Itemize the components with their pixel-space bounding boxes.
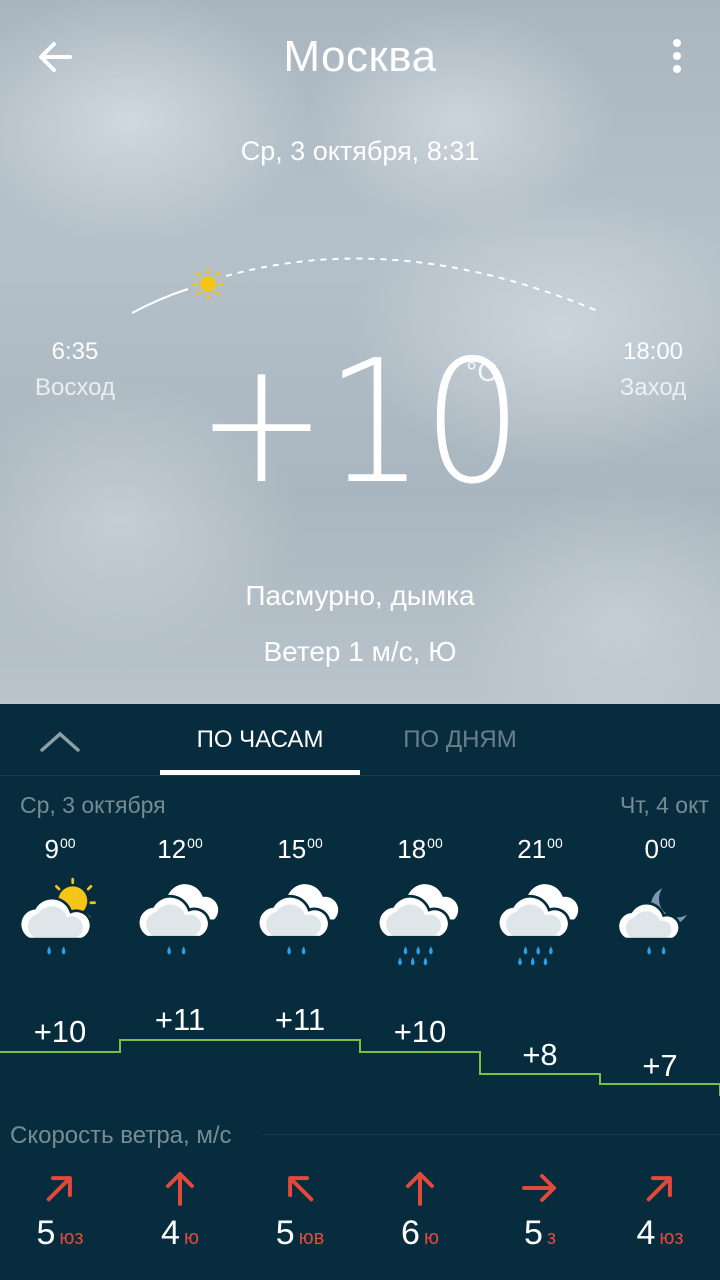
sunrise-time: 6:35 — [51, 338, 99, 365]
wind-direction-arrow-icon — [288, 1176, 314, 1202]
forecast-panel: ПО ЧАСАМ ПО ДНЯМ Ср, 3 октября Чт, 4 окт… — [0, 704, 720, 1280]
sun-cloud-rain-icon — [18, 877, 96, 955]
hour-value: 15 — [277, 834, 307, 864]
sunrise-label: Восход — [35, 374, 115, 401]
cloud-rain-icon — [256, 881, 341, 955]
cloud-heavy-rain-icon — [496, 881, 581, 966]
wind-direction: ю — [423, 1227, 439, 1249]
current-wind: Ветер 1 м/с, Ю — [263, 636, 457, 667]
wind-direction-arrow-icon — [406, 1172, 434, 1206]
hour-minutes: 00 — [547, 835, 563, 851]
sunset-label: Заход — [619, 374, 687, 401]
wind-direction: з — [546, 1227, 557, 1249]
hour-value: 0 — [644, 834, 659, 864]
wind-speed-value: 4 — [636, 1214, 656, 1252]
sunrise-info: 6:35 Восход — [15, 338, 135, 402]
divider — [262, 1134, 720, 1135]
wind-direction-arrow-icon — [646, 1176, 672, 1202]
hour-time: 000 — [600, 834, 720, 865]
hour-column: 900 +10 5 юз — [0, 704, 120, 1280]
sunset-info: 18:00 Заход — [593, 338, 713, 402]
hour-time: 2100 — [480, 834, 600, 865]
temperature-unit: °C — [466, 356, 498, 387]
hour-minutes: 00 — [659, 835, 676, 851]
wind-direction: юз — [659, 1227, 684, 1249]
temperature-line — [0, 1039, 720, 1096]
wind-speed: 4 юз — [600, 1214, 720, 1253]
wind-speed: 5 юв — [240, 1214, 360, 1253]
temperature-step-line — [0, 1039, 720, 1096]
sun-icon — [191, 267, 225, 301]
wind-speed-value: 4 — [161, 1214, 180, 1252]
wind-speed-value: 5 — [275, 1214, 295, 1252]
hour-time: 1200 — [120, 834, 240, 865]
wind-speed-value: 5 — [36, 1214, 56, 1252]
current-weather-section: Москва Ср, 3 октября, 8:31 6:35 Восход 1… — [0, 0, 720, 704]
hour-column: 1500 +11 5 юв — [240, 704, 360, 1280]
wind-speed-title: Скорость ветра, м/с — [10, 1122, 232, 1149]
hour-time: 1800 — [360, 834, 480, 865]
sunset-time: 18:00 — [622, 338, 684, 365]
wind-direction: юв — [298, 1227, 325, 1249]
weather-condition: Пасмурно, дымка — [245, 580, 475, 611]
moon-cloud-rain-icon — [616, 884, 691, 955]
cloud-heavy-rain-icon — [376, 881, 461, 966]
hour-column: 000 +7 4 юз — [600, 704, 720, 1280]
hour-value: 12 — [157, 834, 187, 864]
wind-direction: ю — [183, 1227, 199, 1249]
hour-value: 9 — [44, 834, 59, 864]
hour-time: 900 — [0, 834, 120, 865]
wind-speed-value: 6 — [401, 1214, 420, 1252]
hour-minutes: 00 — [307, 835, 323, 851]
hour-column: 2100 +8 5з — [480, 704, 600, 1280]
hour-time: 1500 — [240, 834, 360, 865]
hour-column: 1800 +10 6ю — [360, 704, 480, 1280]
wind-direction-arrow-icon — [522, 1174, 556, 1202]
wind-speed-value: 5 — [523, 1214, 543, 1252]
wind-speed: 5 юз — [0, 1214, 120, 1253]
hour-minutes: 00 — [187, 835, 203, 851]
hour-column: 1200 +11 4ю — [120, 704, 240, 1280]
hour-minutes: 00 — [59, 835, 76, 851]
hour-value: 18 — [397, 834, 427, 864]
wind-speed: 5з — [480, 1214, 600, 1253]
hour-minutes: 00 — [427, 835, 443, 851]
wind-speed: 6ю — [360, 1214, 480, 1253]
cloud-rain-icon — [136, 881, 221, 955]
hour-value: 21 — [517, 834, 547, 864]
wind-direction-arrow-icon — [166, 1172, 194, 1206]
wind-direction-arrow-icon — [46, 1176, 72, 1202]
wind-speed: 4ю — [120, 1214, 240, 1253]
wind-direction: юз — [59, 1227, 84, 1249]
